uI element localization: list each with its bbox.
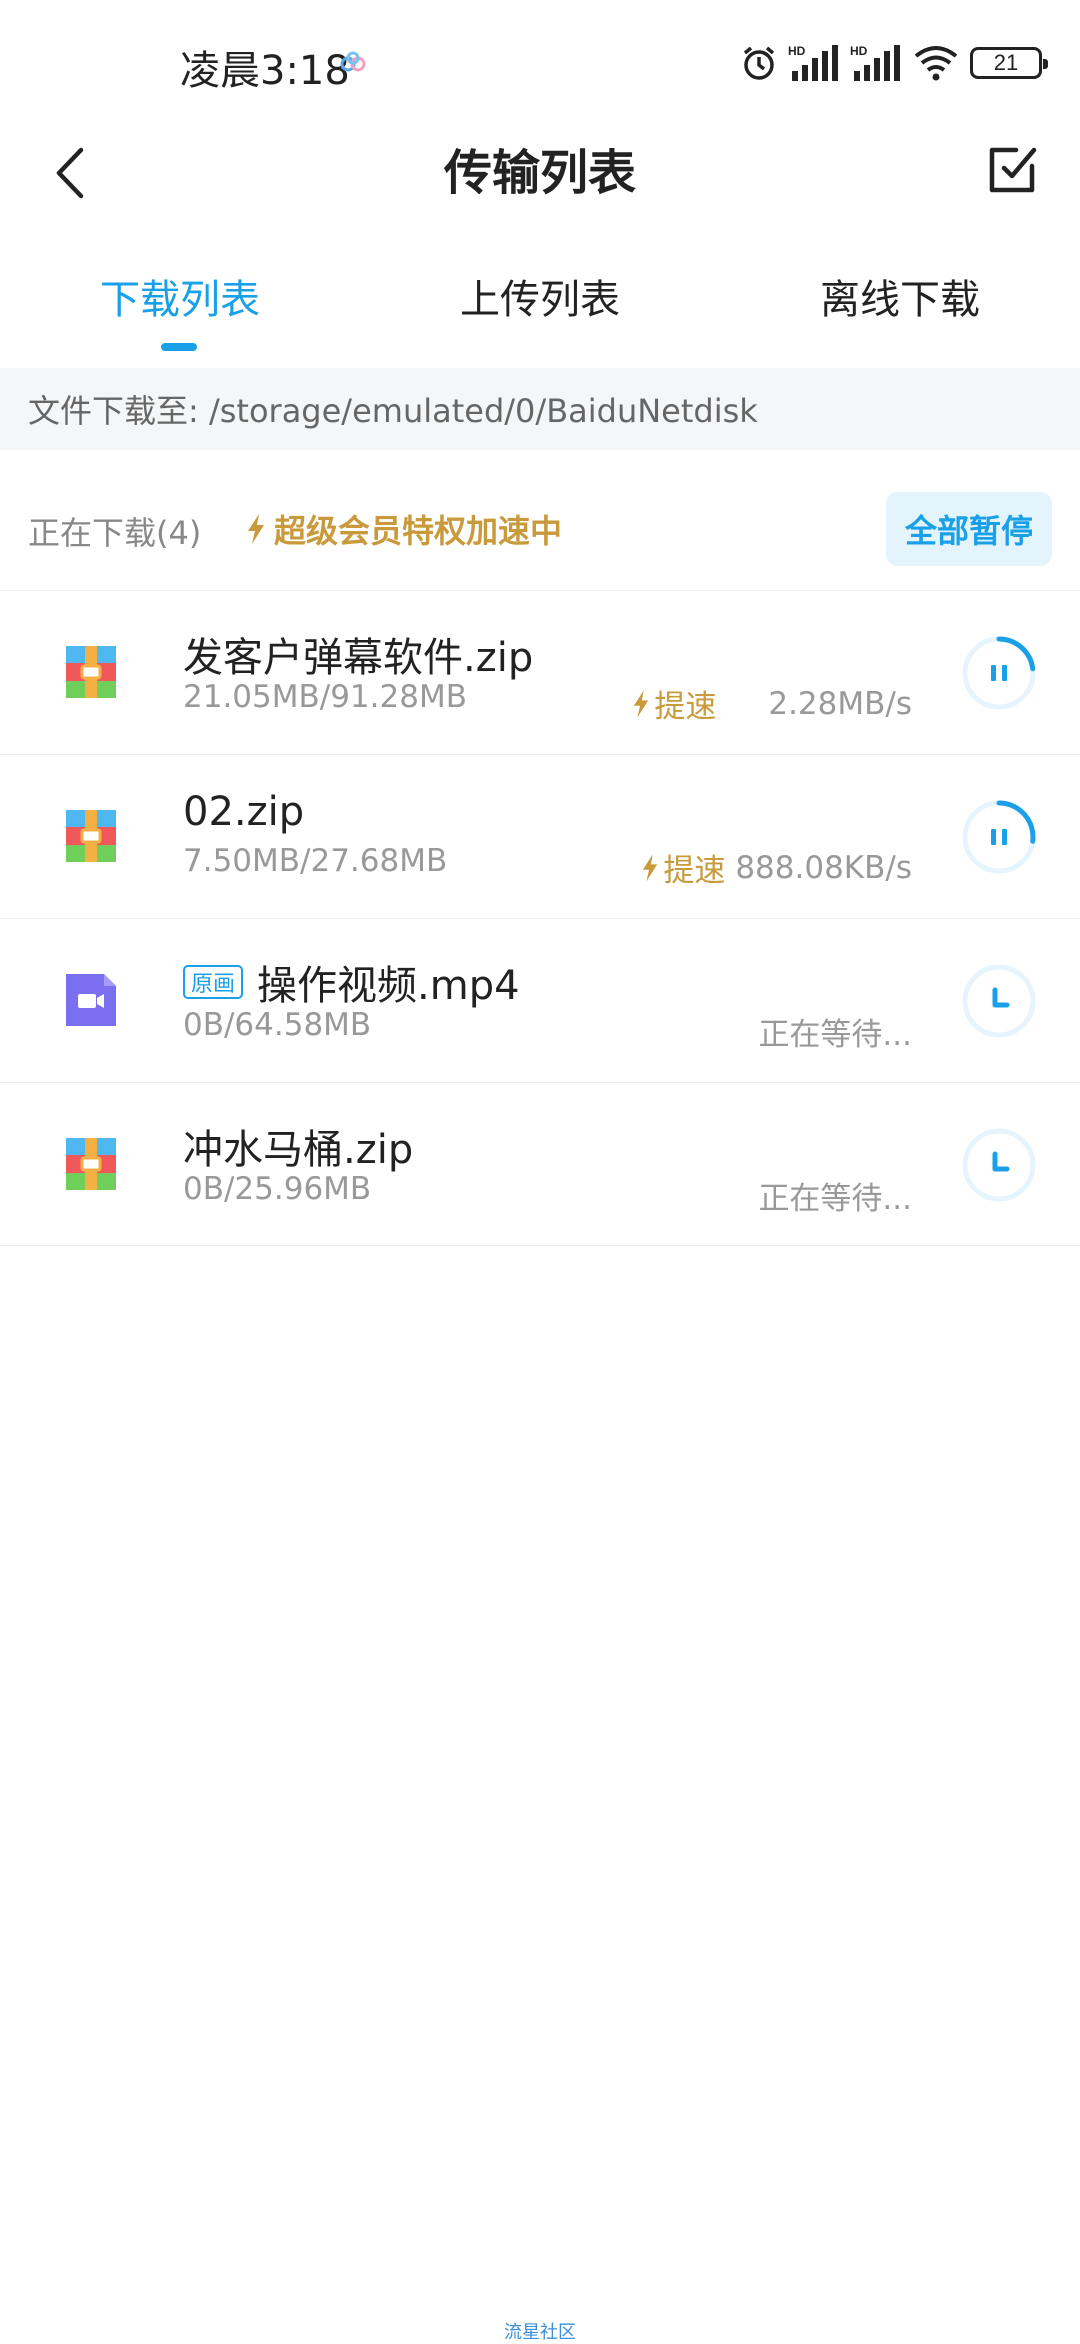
lightning-icon	[634, 690, 649, 717]
speed-area: 正在等待...	[758, 1009, 912, 1054]
speed-area: 提速 888.08KB/s	[641, 845, 912, 890]
waiting-clock-button[interactable]	[962, 964, 1036, 1038]
speed-area: 提速 2.28MB/s	[632, 681, 912, 726]
speed-boost-button[interactable]: 提速	[632, 681, 716, 726]
pause-button[interactable]	[962, 800, 1036, 874]
download-path-text: 文件下载至: /storage/emulated/0/BaiduNetdisk	[28, 392, 758, 430]
tab-bar: 下载列表 上传列表 离线下载	[0, 255, 1080, 365]
waiting-status: 正在等待...	[758, 1181, 912, 1217]
zip-file-icon	[66, 810, 116, 862]
zip-file-icon	[66, 646, 116, 698]
waiting-status: 正在等待...	[758, 1017, 912, 1053]
file-name: 发客户弹幕软件.zip	[183, 635, 534, 681]
wifi-icon	[914, 46, 958, 81]
vip-boost-text: 超级会员特权加速中	[274, 512, 563, 550]
watermark: 流星社区	[504, 2322, 576, 2343]
cloud-sync-icon	[340, 51, 366, 72]
speed-boost-button[interactable]: 提速	[641, 845, 725, 890]
lightning-icon	[643, 854, 658, 881]
pause-all-button[interactable]: 全部暂停	[886, 492, 1052, 566]
file-size: 0B/25.96MB	[183, 1171, 372, 1207]
download-list: 发客户弹幕软件.zip 21.05MB/91.28MB 提速 2.28MB/s	[0, 590, 1080, 1246]
download-speed: 2.28MB/s	[768, 685, 912, 722]
download-item-1[interactable]: 发客户弹幕软件.zip 21.05MB/91.28MB 提速 2.28MB/s	[0, 590, 1080, 754]
battery-icon: 21	[970, 47, 1048, 79]
speed-area: 正在等待...	[758, 1173, 912, 1218]
download-item-2[interactable]: 02.zip 7.50MB/27.68MB 提速 888.08KB/s	[0, 754, 1080, 918]
download-item-4[interactable]: 冲水马桶.zip 0B/25.96MB 正在等待...	[0, 1082, 1080, 1246]
zip-file-icon	[66, 1138, 116, 1190]
tab-active-indicator	[161, 343, 197, 351]
svg-text:HD: HD	[788, 44, 806, 58]
waiting-clock-button[interactable]	[962, 1128, 1036, 1202]
status-bar: 凌晨3:18 HD HD 21	[0, 0, 1080, 125]
lightning-icon	[248, 514, 264, 544]
download-count: 正在下载(4)	[28, 514, 202, 552]
tab-offline-download[interactable]: 离线下载	[790, 267, 1010, 325]
battery-level: 21	[993, 50, 1019, 75]
download-speed: 888.08KB/s	[735, 849, 912, 886]
tab-upload-list[interactable]: 上传列表	[430, 267, 650, 325]
original-quality-badge: 原画	[183, 965, 244, 999]
signal-hd-icon-2: HD	[850, 44, 900, 81]
vip-boost-status: 超级会员特权加速中	[246, 506, 562, 552]
file-name: 02.zip	[183, 789, 305, 835]
file-name: 冲水马桶.zip	[183, 1127, 414, 1173]
file-name: 原画 操作视频.mp4	[183, 953, 520, 1011]
tab-download-list[interactable]: 下载列表	[70, 267, 290, 325]
alarm-icon	[743, 46, 775, 80]
file-size: 0B/64.58MB	[183, 1007, 372, 1043]
file-size: 21.05MB/91.28MB	[183, 679, 467, 715]
status-time: 凌晨3:18	[180, 48, 350, 94]
download-path-bar: 文件下载至: /storage/emulated/0/BaiduNetdisk	[0, 368, 1080, 450]
page-title: 传输列表	[443, 145, 636, 201]
download-item-3[interactable]: 原画 操作视频.mp4 0B/64.58MB 正在等待...	[0, 918, 1080, 1082]
file-size: 7.50MB/27.68MB	[183, 843, 448, 879]
pause-button[interactable]	[962, 636, 1036, 710]
svg-text:HD: HD	[850, 44, 868, 58]
video-file-icon	[66, 974, 116, 1026]
multi-select-icon[interactable]	[982, 140, 1042, 200]
signal-hd-icon: HD	[788, 44, 838, 81]
download-summary: 正在下载(4) 超级会员特权加速中 全部暂停	[0, 480, 1080, 590]
